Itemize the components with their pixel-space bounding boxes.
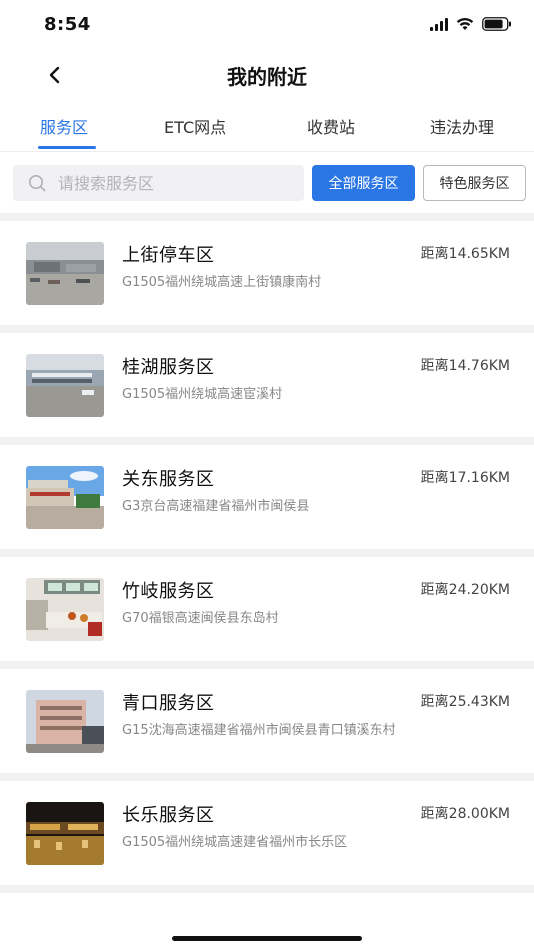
list-item[interactable]: 桂湖服务区 G1505福州绕城高速宦溪村 距离14.76KM: [0, 333, 534, 437]
service-area-distance: 距离14.76KM: [420, 358, 510, 374]
service-area-name: 长乐服务区: [122, 805, 215, 826]
service-area-distance: 距离28.00KM: [420, 806, 510, 822]
search-icon: [29, 175, 46, 192]
service-area-photo: [26, 690, 104, 753]
home-indicator[interactable]: [172, 936, 362, 941]
list-item[interactable]: 竹岐服务区 G70福银高速闽侯县东岛村 距离24.20KM: [0, 557, 534, 661]
tab-violation-handling[interactable]: 违法办理: [430, 114, 494, 138]
service-area-photo: [26, 242, 104, 305]
status-bar: 8:54: [0, 0, 534, 50]
tab-etc-outlet[interactable]: ETC网点: [164, 114, 226, 138]
navigation-bar: 我的附近: [0, 50, 534, 100]
service-area-photo: [26, 354, 104, 417]
tab-toll-station[interactable]: 收费站: [307, 114, 355, 138]
status-icons: [430, 17, 512, 31]
service-area-name: 关东服务区: [122, 469, 215, 490]
filter-row: 全部服务区 特色服务区: [0, 153, 534, 213]
featured-service-areas-button[interactable]: 特色服务区: [423, 165, 526, 201]
battery-icon: [482, 17, 512, 31]
service-area-list: 上街停车区 G1505福州绕城高速上街镇康南村 距离14.65KM 桂湖服务区 …: [0, 213, 534, 913]
service-area-address: G1505福州绕城高速建省福州市长乐区: [122, 835, 348, 850]
service-area-address: G1505福州绕城高速宦溪村: [122, 387, 283, 402]
list-item[interactable]: 上街停车区 G1505福州绕城高速上街镇康南村 距离14.65KM: [0, 221, 534, 325]
service-area-address: G3京台高速福建省福州市闽侯县: [122, 499, 310, 514]
service-area-address: G1505福州绕城高速上街镇康南村: [122, 275, 322, 290]
list-item[interactable]: [0, 893, 534, 913]
service-area-name: 青口服务区: [122, 693, 215, 714]
active-tab-indicator: [38, 146, 96, 149]
page-title: 我的附近: [227, 65, 307, 89]
list-item[interactable]: 青口服务区 G15沈海高速福建省福州市闽侯县青口镇溪东村 距离25.43KM: [0, 669, 534, 773]
service-area-distance: 距离14.65KM: [420, 246, 510, 262]
service-area-address: G70福银高速闽侯县东岛村: [122, 611, 279, 626]
service-area-name: 上街停车区: [122, 245, 215, 266]
service-area-photo: [26, 466, 104, 529]
service-area-name: 桂湖服务区: [122, 357, 215, 378]
search-input[interactable]: [58, 173, 278, 193]
wifi-icon: [456, 17, 474, 31]
search-box[interactable]: [13, 165, 304, 201]
status-time: 8:54: [44, 14, 91, 35]
service-area-distance: 距离17.16KM: [420, 470, 510, 486]
service-area-photo: [26, 578, 104, 641]
list-item[interactable]: 长乐服务区 G1505福州绕城高速建省福州市长乐区 距离28.00KM: [0, 781, 534, 885]
service-area-photo: [26, 802, 104, 865]
tab-service-area[interactable]: 服务区: [40, 114, 88, 138]
all-service-areas-button[interactable]: 全部服务区: [312, 165, 415, 201]
service-area-address: G15沈海高速福建省福州市闽侯县青口镇溪东村: [122, 723, 396, 738]
tab-bar: 服务区 ETC网点 收费站 违法办理: [0, 104, 534, 152]
service-area-name: 竹岐服务区: [122, 581, 215, 602]
service-area-distance: 距离25.43KM: [420, 694, 510, 710]
service-area-distance: 距离24.20KM: [420, 582, 510, 598]
cellular-signal-icon: [430, 17, 448, 31]
list-item[interactable]: 关东服务区 G3京台高速福建省福州市闽侯县 距离17.16KM: [0, 445, 534, 549]
